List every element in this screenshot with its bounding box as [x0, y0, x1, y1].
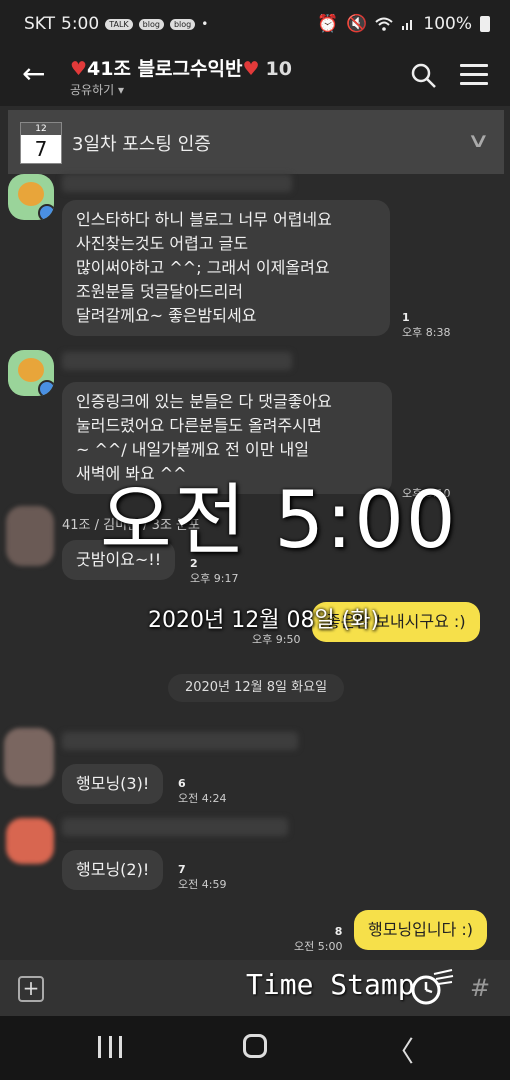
unread-count: 8: [334, 925, 343, 938]
blog-notification-icon-2: blog: [169, 18, 196, 30]
crown-icon: [38, 380, 54, 396]
message-time: 오후 9:50: [252, 633, 301, 646]
message-time: 오전 4:24: [178, 792, 227, 805]
share-label: 공유하기: [70, 83, 115, 97]
more-notifications-icon: •: [201, 17, 209, 31]
status-left: SKT 5:00 TALK blog blog •: [24, 14, 208, 34]
message-time: 오전 4:59: [178, 878, 227, 891]
search-icon[interactable]: [410, 62, 438, 90]
sender-name-blurred: [62, 174, 292, 192]
avatar[interactable]: [4, 728, 54, 786]
date-divider: 2020년 12월 8일 화요일: [168, 674, 344, 702]
wifi-icon: [375, 17, 394, 31]
sender-name-blurred: [62, 818, 288, 836]
timestamp-overlay-time: 오전 5:00: [100, 476, 458, 566]
message-bubble[interactable]: 행모닝(2)!: [62, 850, 164, 890]
battery-icon: [480, 16, 490, 32]
plus-icon[interactable]: +: [18, 976, 44, 1002]
status-bar: SKT 5:00 TALK blog blog • ⏰ 🔇 100%: [0, 0, 510, 48]
message-meta: 1 오후 8:38: [402, 310, 450, 340]
timestamp-overlay-date: 2020년 12월 08일 (화): [148, 608, 380, 633]
avatar[interactable]: [6, 818, 54, 864]
member-count: 10: [265, 58, 292, 80]
message-meta: 7 오전 4:59: [178, 862, 226, 892]
heart-icon-2: ♥: [242, 58, 260, 80]
sender-name-blurred: [62, 352, 292, 370]
home-icon[interactable]: [243, 1034, 267, 1058]
pinned-notice[interactable]: 12 7 3일차 포스팅 인증 ∨: [8, 110, 504, 174]
chevron-down-icon: ▾: [118, 83, 125, 97]
message-time: 오후 9:17: [190, 572, 239, 585]
menu-icon[interactable]: [460, 64, 488, 86]
timestamp-watermark: Time Stamp: [246, 968, 415, 1001]
calendar-icon: 12 7: [20, 122, 62, 164]
system-nav-bar: 〈: [0, 1016, 510, 1080]
chat-area[interactable]: 인스타하다 하니 블로그 너무 어렵네요 사진찾는것도 어렵고 글도 많이써야하…: [0, 174, 510, 960]
message-time: 오후 8:38: [402, 326, 451, 339]
share-menu[interactable]: 공유하기 ▾: [70, 81, 124, 98]
unread-count: 6: [178, 777, 186, 790]
mute-icon: 🔇: [346, 14, 368, 34]
avatar[interactable]: [8, 350, 54, 396]
signal-icon: [402, 20, 413, 30]
clock-icon: [411, 969, 454, 1005]
hash-button[interactable]: #: [470, 974, 490, 1002]
avatar[interactable]: [6, 506, 54, 566]
blog-notification-icon: blog: [138, 18, 164, 30]
message-bubble[interactable]: 행모닝(3)!: [62, 764, 164, 804]
calendar-month: 12: [21, 123, 61, 135]
input-bar: + Time Stamp #: [0, 960, 510, 1016]
clock-label: 5:00: [61, 14, 100, 34]
chat-header: ← ♥41조 블로그수익반♥ 10 공유하기 ▾: [0, 48, 510, 106]
back-arrow-icon[interactable]: ←: [22, 60, 45, 88]
my-message-bubble[interactable]: 행모닝입니다 :): [354, 910, 488, 950]
alarm-icon: ⏰: [317, 14, 339, 34]
avatar[interactable]: [8, 174, 54, 220]
nav-back-icon[interactable]: 〈: [386, 1030, 414, 1070]
heart-icon: ♥: [70, 58, 88, 80]
unread-count: 1: [402, 311, 410, 324]
sender-name-blurred: [62, 732, 298, 750]
notice-text: 3일차 포스팅 인증: [72, 134, 211, 155]
unread-count: 7: [178, 863, 186, 876]
message-meta: 6 오전 4:24: [178, 776, 226, 806]
crown-icon: [38, 204, 54, 220]
message-meta: 8 오전 5:00: [294, 924, 342, 954]
status-right: ⏰ 🔇 100%: [317, 14, 490, 34]
carrier-label: SKT: [24, 14, 56, 34]
message-bubble[interactable]: 인스타하다 하니 블로그 너무 어렵네요 사진찾는것도 어렵고 글도 많이써야하…: [62, 200, 390, 336]
talk-notification-icon: TALK: [105, 18, 133, 30]
calendar-day: 7: [34, 137, 48, 161]
chevron-down-icon[interactable]: ∨: [467, 128, 490, 152]
chat-title-text: 41조 블로그수익반: [87, 58, 243, 80]
battery-label: 100%: [423, 14, 472, 34]
recent-apps-icon[interactable]: [98, 1036, 122, 1058]
chat-title[interactable]: ♥41조 블로그수익반♥ 10: [70, 54, 292, 81]
message-time: 오전 5:00: [294, 940, 343, 953]
